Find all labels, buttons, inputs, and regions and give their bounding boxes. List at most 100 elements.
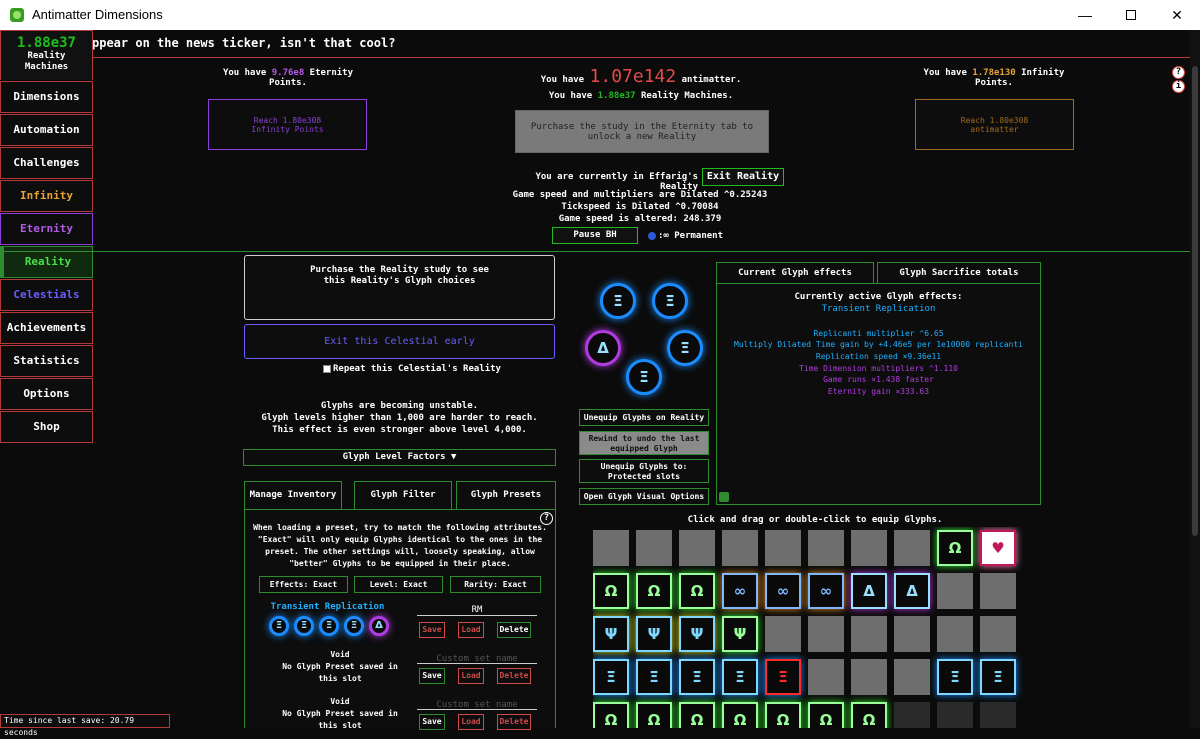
- close-button[interactable]: ✕: [1154, 0, 1200, 30]
- inventory-glyph[interactable]: Ω: [636, 573, 672, 609]
- inventory-glyph[interactable]: Ξ: [679, 659, 715, 695]
- inventory-glyph[interactable]: ♥: [980, 530, 1016, 566]
- nav-dimensions[interactable]: Dimensions: [0, 81, 93, 113]
- unequip-on-reality-button[interactable]: Unequip Glyphs on Reality: [579, 409, 709, 426]
- inventory-glyph[interactable]: Ψ: [636, 616, 672, 652]
- inventory-slot[interactable]: [894, 616, 930, 652]
- inventory-slot[interactable]: [679, 530, 715, 566]
- equipped-glyph-4[interactable]: Ξ: [667, 330, 703, 366]
- exit-reality-button[interactable]: Exit Reality: [702, 168, 784, 186]
- inventory-glyph[interactable]: Δ: [851, 573, 887, 609]
- preset-1-save[interactable]: Save: [419, 622, 445, 638]
- equipped-glyph-1[interactable]: Ξ: [600, 283, 636, 319]
- repeat-checkbox[interactable]: [323, 364, 331, 373]
- inventory-glyph[interactable]: Ψ: [722, 616, 758, 652]
- tab-current-glyph-effects[interactable]: Current Glyph effects: [716, 262, 874, 284]
- inventory-glyph[interactable]: Ω: [593, 573, 629, 609]
- inventory-slot[interactable]: [980, 616, 1016, 652]
- inventory-glyph[interactable]: Ξ: [980, 659, 1016, 695]
- inventory-glyph[interactable]: Ξ: [765, 659, 801, 695]
- inventory-slot[interactable]: [765, 616, 801, 652]
- nav-infinity[interactable]: Infinity: [0, 180, 93, 212]
- news-ticker[interactable]: ppear on the news ticker, isn't that coo…: [92, 36, 395, 50]
- inventory-glyph[interactable]: Ω: [937, 530, 973, 566]
- inventory-slot[interactable]: [937, 573, 973, 609]
- unequip-to-button[interactable]: Unequip Glyphs to: Protected slots: [579, 459, 709, 483]
- inventory-slot[interactable]: [808, 659, 844, 695]
- nav-eternity[interactable]: Eternity: [0, 213, 93, 245]
- big-crunch-button[interactable]: Reach 1.80e308 antimatter: [915, 99, 1074, 150]
- inventory-glyph[interactable]: Ω: [765, 702, 801, 728]
- inventory-slot[interactable]: [894, 702, 930, 728]
- help-icon[interactable]: ?: [1172, 66, 1185, 79]
- effects-exact-button[interactable]: Effects: Exact: [259, 576, 348, 593]
- glyph-level-factors-button[interactable]: Glyph Level Factors ▼: [243, 449, 556, 466]
- tab-glyph-presets[interactable]: Glyph Presets: [456, 481, 556, 510]
- effects-toggle-icon[interactable]: [719, 492, 729, 502]
- equipped-glyph-2[interactable]: Ξ: [652, 283, 688, 319]
- nav-statistics[interactable]: Statistics: [0, 345, 93, 377]
- pause-black-hole-button[interactable]: Pause BH: [552, 227, 638, 244]
- inventory-glyph[interactable]: ∞: [808, 573, 844, 609]
- inventory-slot[interactable]: [765, 530, 801, 566]
- equipped-glyph-3[interactable]: Δ: [585, 330, 621, 366]
- inventory-glyph[interactable]: Ω: [851, 702, 887, 728]
- inventory-glyph[interactable]: Ξ: [722, 659, 758, 695]
- inventory-glyph[interactable]: Ω: [636, 702, 672, 728]
- preset-2-save[interactable]: Save: [419, 668, 445, 684]
- inventory-glyph[interactable]: Ω: [679, 702, 715, 728]
- inventory-glyph[interactable]: Ξ: [937, 659, 973, 695]
- inventory-slot[interactable]: [980, 573, 1016, 609]
- nav-achievements[interactable]: Achievements: [0, 312, 93, 344]
- inventory-glyph[interactable]: Ω: [679, 573, 715, 609]
- preset-1-load[interactable]: Load: [458, 622, 484, 638]
- exit-celestial-button[interactable]: Exit this Celestial early: [244, 324, 555, 359]
- glyph-visual-options-button[interactable]: Open Glyph Visual Options: [579, 488, 709, 505]
- scrollbar[interactable]: [1190, 30, 1200, 728]
- rewind-undo-button[interactable]: Rewind to undo the last equipped Glyph: [579, 431, 709, 455]
- inventory-glyph[interactable]: Ξ: [593, 659, 629, 695]
- eternity-button[interactable]: Reach 1.80e308 Infinity Points: [208, 99, 367, 150]
- inventory-glyph[interactable]: Ω: [722, 702, 758, 728]
- nav-celestials[interactable]: Celestials: [0, 279, 93, 311]
- inventory-glyph[interactable]: Ω: [593, 702, 629, 728]
- inventory-glyph[interactable]: ∞: [765, 573, 801, 609]
- inventory-slot[interactable]: [937, 702, 973, 728]
- inventory-glyph[interactable]: Ω: [808, 702, 844, 728]
- tab-glyph-filter[interactable]: Glyph Filter: [354, 481, 452, 510]
- inventory-slot[interactable]: [851, 530, 887, 566]
- inventory-slot[interactable]: [808, 530, 844, 566]
- inventory-glyph[interactable]: Δ: [894, 573, 930, 609]
- minimize-button[interactable]: —: [1062, 0, 1108, 30]
- rarity-exact-button[interactable]: Rarity: Exact: [450, 576, 541, 593]
- inventory-slot[interactable]: [722, 530, 758, 566]
- inventory-slot[interactable]: [851, 659, 887, 695]
- inventory-glyph[interactable]: Ξ: [636, 659, 672, 695]
- inventory-slot[interactable]: [851, 616, 887, 652]
- tab-glyph-sacrifice-totals[interactable]: Glyph Sacrifice totals: [877, 262, 1041, 284]
- reality-button[interactable]: Purchase the study in the Eternity tab t…: [515, 110, 769, 153]
- inventory-slot[interactable]: [894, 530, 930, 566]
- nav-options[interactable]: Options: [0, 378, 93, 410]
- inventory-glyph[interactable]: ∞: [722, 573, 758, 609]
- preset-2-delete[interactable]: Delete: [497, 668, 531, 684]
- nav-automation[interactable]: Automation: [0, 114, 93, 146]
- inventory-slot[interactable]: [808, 616, 844, 652]
- inventory-slot[interactable]: [593, 530, 629, 566]
- preset-2-load[interactable]: Load: [458, 668, 484, 684]
- info-icon[interactable]: i: [1172, 80, 1185, 93]
- nav-shop[interactable]: Shop: [0, 411, 93, 443]
- repeat-celestial-row[interactable]: Repeat this Celestial's Reality: [323, 364, 501, 374]
- equipped-glyph-5[interactable]: Ξ: [626, 359, 662, 395]
- level-exact-button[interactable]: Level: Exact: [354, 576, 443, 593]
- preset-1-delete[interactable]: Delete: [497, 622, 531, 638]
- inventory-slot[interactable]: [980, 702, 1016, 728]
- inventory-slot[interactable]: [937, 616, 973, 652]
- inventory-slot[interactable]: [894, 659, 930, 695]
- tab-manage-inventory[interactable]: Manage Inventory: [244, 481, 342, 510]
- inventory-glyph[interactable]: Ψ: [593, 616, 629, 652]
- scrollbar-thumb[interactable]: [1192, 66, 1198, 536]
- inventory-glyph[interactable]: Ψ: [679, 616, 715, 652]
- maximize-button[interactable]: [1108, 0, 1154, 30]
- inventory-slot[interactable]: [636, 530, 672, 566]
